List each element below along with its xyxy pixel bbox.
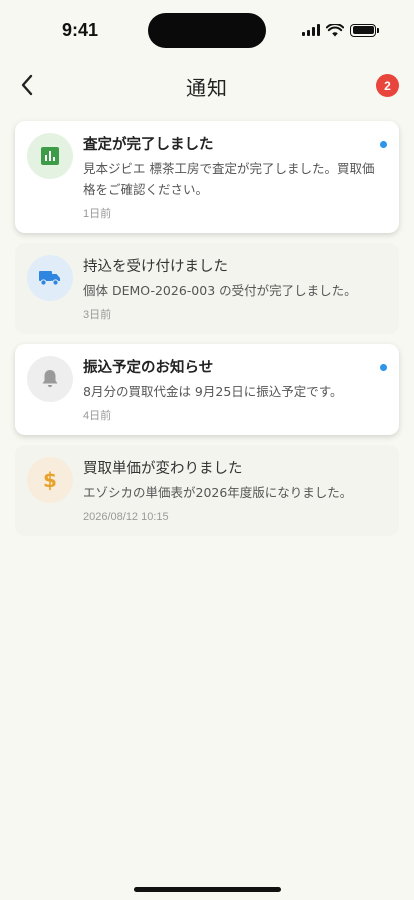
nav-bar: 通知 2 (0, 60, 414, 110)
notification-title: 持込を受け付けました (83, 259, 228, 275)
svg-text:$: $ (43, 469, 57, 491)
status-icons (302, 22, 379, 38)
notification-body: 個体 DEMO-2026-003 の受付が完了しました。 (83, 283, 357, 298)
notification-title: 買取単価が変わりました (83, 461, 243, 477)
notification-title: 査定が完了しました (83, 137, 214, 153)
unread-dot (380, 141, 387, 148)
battery-icon (350, 23, 379, 37)
notification-card[interactable]: $ 買取単価が変わりました エゾシカの単価表が2026年度版になりました。 20… (15, 445, 399, 536)
notification-time: 1日前 (83, 208, 112, 220)
status-time: 9:41 (62, 20, 99, 40)
notification-body: 8月分の買取代金は 9月25日に振込予定です。 (83, 384, 343, 399)
notification-time: 3日前 (83, 309, 112, 321)
signal-icon (302, 24, 320, 36)
notification-body: エゾシカの単価表が2026年度版になりました。 (83, 485, 353, 500)
notification-icon-bg (27, 255, 73, 301)
notification-icon-bg (27, 356, 73, 402)
notification-body: 見本ジビエ 標茶工房で査定が完了しました。買取価格をご確認ください。 (83, 161, 375, 197)
notification-icon-bg: $ (27, 457, 73, 503)
unread-dot (380, 364, 387, 371)
home-indicator[interactable] (134, 887, 281, 892)
dollar-icon: $ (43, 469, 57, 491)
bell-icon (42, 370, 58, 388)
notification-time: 4日前 (83, 410, 112, 422)
notification-icon-bg (27, 133, 73, 179)
notification-list: 査定が完了しました 見本ジビエ 標茶工房で査定が完了しました。買取価格をご確認く… (15, 121, 399, 546)
page-title: 通知 (186, 76, 228, 100)
wifi-icon (326, 23, 344, 36)
dynamic-island (148, 13, 266, 48)
truck-icon (39, 271, 60, 286)
notification-card[interactable]: 査定が完了しました 見本ジビエ 標茶工房で査定が完了しました。買取価格をご確認く… (15, 121, 399, 233)
notification-card[interactable]: 振込予定のお知らせ 8月分の買取代金は 9月25日に振込予定です。 4日前 (15, 344, 399, 435)
unread-count-badge[interactable]: 2 (376, 74, 399, 97)
notification-time: 2026/08/12 10:15 (83, 511, 169, 523)
notification-card[interactable]: 持込を受け付けました 個体 DEMO-2026-003 の受付が完了しました。 … (15, 243, 399, 334)
chart-icon (41, 147, 59, 165)
status-bar: 9:41 (0, 0, 414, 60)
notification-title: 振込予定のお知らせ (83, 360, 214, 376)
